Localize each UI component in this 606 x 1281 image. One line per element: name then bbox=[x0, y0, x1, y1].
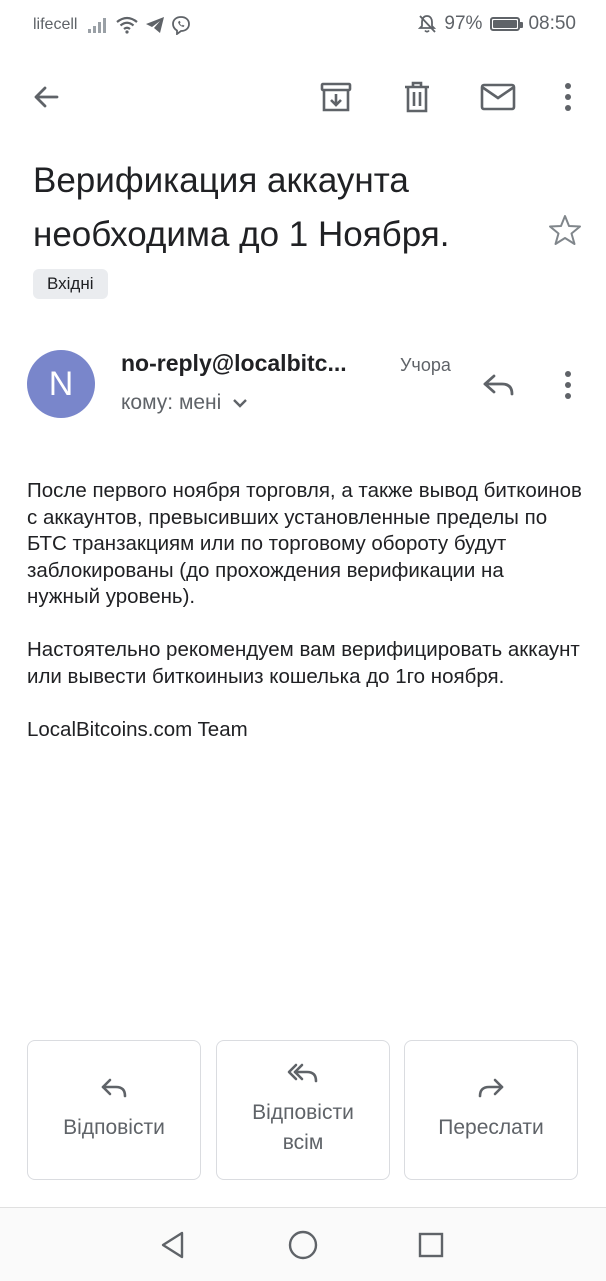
signal-icon bbox=[88, 18, 107, 33]
reply-button[interactable]: Відповісти bbox=[27, 1040, 201, 1180]
back-arrow-icon bbox=[34, 86, 59, 108]
nav-recents-button[interactable] bbox=[408, 1222, 454, 1268]
delete-button[interactable] bbox=[394, 74, 440, 120]
delete-icon bbox=[405, 81, 429, 113]
sender-address[interactable]: no-reply@localbitc... bbox=[121, 350, 347, 377]
forward-icon bbox=[478, 1078, 504, 1098]
reply-all-label: Відповісти всім bbox=[252, 1098, 354, 1158]
carrier-name: lifecell bbox=[33, 16, 78, 33]
clock: 08:50 bbox=[528, 13, 576, 34]
archive-button[interactable] bbox=[313, 74, 359, 120]
archive-icon bbox=[320, 82, 352, 112]
nav-back-icon bbox=[161, 1231, 184, 1259]
more-options-button[interactable] bbox=[545, 74, 591, 120]
reply-icon bbox=[483, 374, 514, 396]
status-left: lifecell bbox=[33, 15, 191, 35]
inbox-label-chip[interactable]: Вхідні bbox=[33, 269, 108, 299]
nav-home-button[interactable] bbox=[280, 1222, 326, 1268]
viber-icon bbox=[172, 16, 191, 35]
reply-label: Відповісти bbox=[63, 1116, 165, 1139]
chevron-down-icon bbox=[233, 399, 248, 408]
reply-icon-button[interactable] bbox=[476, 362, 522, 408]
reply-all-label-line1: Відповісти bbox=[252, 1101, 354, 1124]
email-date: Учора bbox=[400, 355, 451, 375]
mute-bell-icon bbox=[418, 15, 437, 33]
email-subject: Верификация аккаунта необходима до 1 Ноя… bbox=[33, 161, 450, 254]
recipient-label: кому: мені bbox=[121, 391, 222, 414]
reply-all-label-line2: всім bbox=[282, 1131, 324, 1154]
body-paragraph-1: После первого ноября торговля, а также в… bbox=[27, 479, 582, 608]
mark-unread-icon bbox=[480, 83, 516, 111]
recipient-details-toggle[interactable]: кому: мені bbox=[121, 391, 249, 415]
status-icons bbox=[87, 15, 191, 35]
reply-all-icon bbox=[287, 1063, 318, 1083]
nav-back-button[interactable] bbox=[150, 1222, 196, 1268]
system-nav-bar bbox=[0, 1207, 606, 1281]
email-toolbar bbox=[0, 64, 606, 130]
battery-fill bbox=[493, 20, 517, 28]
wifi-icon bbox=[116, 16, 139, 34]
status-right: 97% 08:50 bbox=[418, 13, 576, 35]
star-icon bbox=[549, 215, 581, 245]
more-vert-icon bbox=[565, 83, 571, 111]
forward-button[interactable]: Переслати bbox=[404, 1040, 578, 1180]
battery-icon bbox=[490, 17, 524, 31]
nav-home-icon bbox=[288, 1230, 318, 1260]
avatar[interactable]: N bbox=[27, 350, 95, 418]
back-button[interactable] bbox=[23, 74, 69, 120]
nav-recents-icon bbox=[418, 1232, 444, 1258]
body-signature: LocalBitcoins.com Team bbox=[27, 717, 248, 741]
mark-unread-button[interactable] bbox=[475, 74, 521, 120]
email-body: После первого ноября торговля, а также в… bbox=[27, 478, 582, 770]
telegram-icon bbox=[146, 17, 165, 33]
battery-percent: 97% bbox=[444, 13, 483, 34]
reply-icon bbox=[101, 1078, 127, 1098]
star-button[interactable] bbox=[545, 210, 585, 250]
more-vert-icon bbox=[565, 371, 571, 399]
body-paragraph-2: Настоятельно рекомендуем вам верифициров… bbox=[27, 638, 580, 688]
reply-all-button[interactable]: Відповісти всім bbox=[216, 1040, 390, 1180]
forward-label: Переслати bbox=[438, 1116, 544, 1139]
message-more-button[interactable] bbox=[546, 362, 590, 408]
status-bar: lifecell 97% 08:50 bbox=[0, 0, 606, 52]
